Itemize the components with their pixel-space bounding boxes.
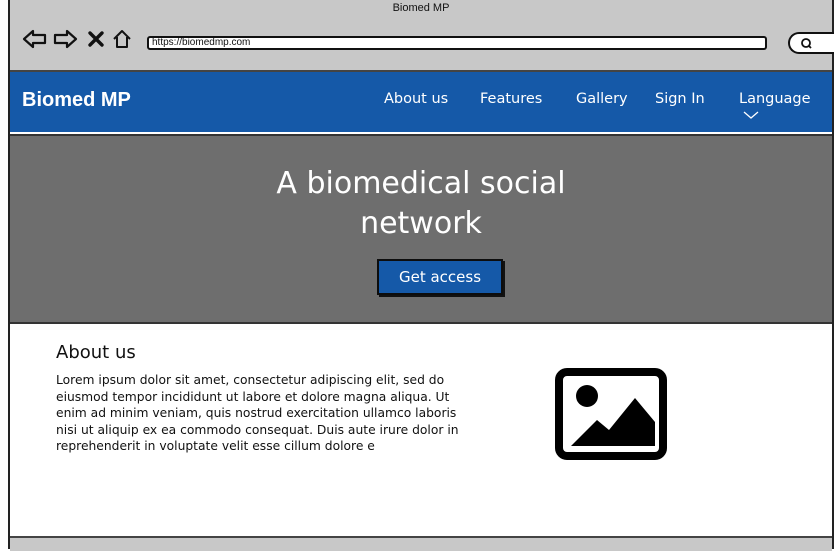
nav-language[interactable]: Language [739,91,832,123]
url-bar[interactable]: https://biomedmp.com [147,36,767,50]
hero-section: A biomedical social network Get access [10,134,832,324]
search-button[interactable] [788,32,834,54]
image-icon [555,368,667,460]
chevron-down-icon [743,111,759,119]
about-heading: About us [56,342,136,363]
home-icon [113,30,131,48]
stop-button[interactable] [86,27,106,51]
forward-button[interactable] [52,27,78,51]
home-button[interactable] [110,27,134,51]
about-text: Lorem ipsum dolor sit amet, consectetur … [56,373,459,454]
forward-icon [53,29,78,49]
stop-icon [88,31,104,47]
nav-features[interactable]: Features [480,91,542,107]
nav-about-us[interactable]: About us [384,91,448,107]
browser-window: Biomed MP https://biomedmp.com Biomed MP… [8,0,834,551]
search-icon [801,38,812,49]
window-title: Biomed MP [392,2,450,14]
nav-language-label: Language [739,91,811,107]
back-button[interactable] [22,27,48,51]
nav-gallery[interactable]: Gallery [576,91,628,107]
get-access-button[interactable]: Get access [377,259,503,295]
brand-logo[interactable]: Biomed MP [22,89,131,112]
back-icon [22,29,47,49]
hero-title-line-1: A biomedical social [276,166,566,201]
hero-title-line-2: network [360,206,482,241]
site-header: Biomed MP About us Features Gallery Sign… [10,72,832,132]
browser-toolbar: Biomed MP https://biomedmp.com [10,0,834,72]
nav-sign-in[interactable]: Sign In [655,91,705,107]
hero-title: A biomedical social network [10,164,832,244]
